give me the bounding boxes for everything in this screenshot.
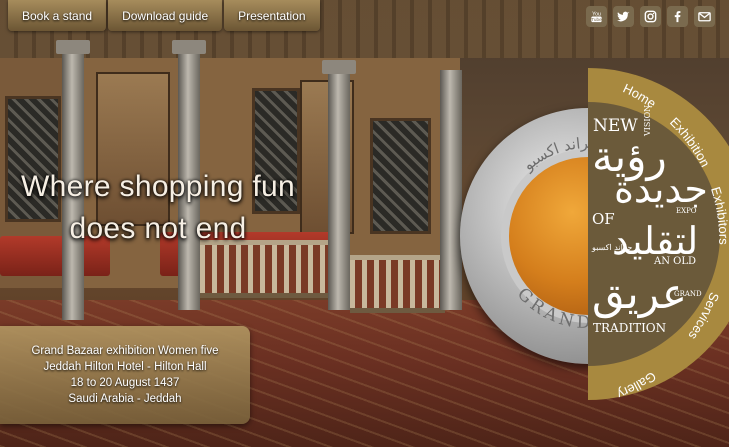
svg-text:Tube: Tube xyxy=(591,17,602,22)
event-venue: Jeddah Hilton Hotel - Hilton Hall xyxy=(43,361,207,373)
youtube-icon[interactable]: You Tube xyxy=(586,6,607,27)
presentation-link[interactable]: Presentation xyxy=(224,0,320,31)
social-links: You Tube xyxy=(586,6,715,27)
logo-an-old: AN OLD xyxy=(653,256,696,267)
pillar xyxy=(440,70,462,310)
book-a-stand-link[interactable]: Book a stand xyxy=(8,0,107,31)
coin-text-arabic: جراند اكسبو xyxy=(519,134,599,175)
headline-line-1: Where shopping fun xyxy=(21,170,295,203)
top-menu: Book a stand Download guide Presentation xyxy=(8,0,320,31)
facebook-icon[interactable] xyxy=(667,6,688,27)
event-name: Grand Bazaar exhibition Women five xyxy=(31,345,219,357)
pillar-cap xyxy=(56,40,90,54)
event-dates: 18 to 20 August 1437 xyxy=(70,377,180,389)
logo-arabic-2: جديدة xyxy=(614,167,708,211)
event-location: Saudi Arabia - Jeddah xyxy=(68,393,182,405)
headline: Where shopping fun does not end xyxy=(8,166,308,250)
svg-text:جراند اكسبو: جراند اكسبو xyxy=(519,134,599,175)
lattice-window xyxy=(370,118,431,234)
instagram-icon[interactable] xyxy=(640,6,661,27)
event-info-box: Grand Bazaar exhibition Women five Jedda… xyxy=(0,326,250,424)
railing xyxy=(350,255,445,313)
download-guide-link[interactable]: Download guide xyxy=(108,0,223,31)
twitter-icon[interactable] xyxy=(613,6,634,27)
logo-tradition: TRADITION xyxy=(593,321,666,335)
pillar xyxy=(328,60,350,310)
mail-icon[interactable] xyxy=(694,6,715,27)
pillar-cap xyxy=(322,60,356,74)
headline-line-2: does not end xyxy=(69,212,247,245)
logo-arabic-4: عريق xyxy=(592,269,687,319)
logo-expo: EXPO xyxy=(676,207,697,215)
circular-navigation: Home Exhibition Exhibitors Services Gall… xyxy=(588,68,729,402)
pillar-cap xyxy=(172,40,206,54)
